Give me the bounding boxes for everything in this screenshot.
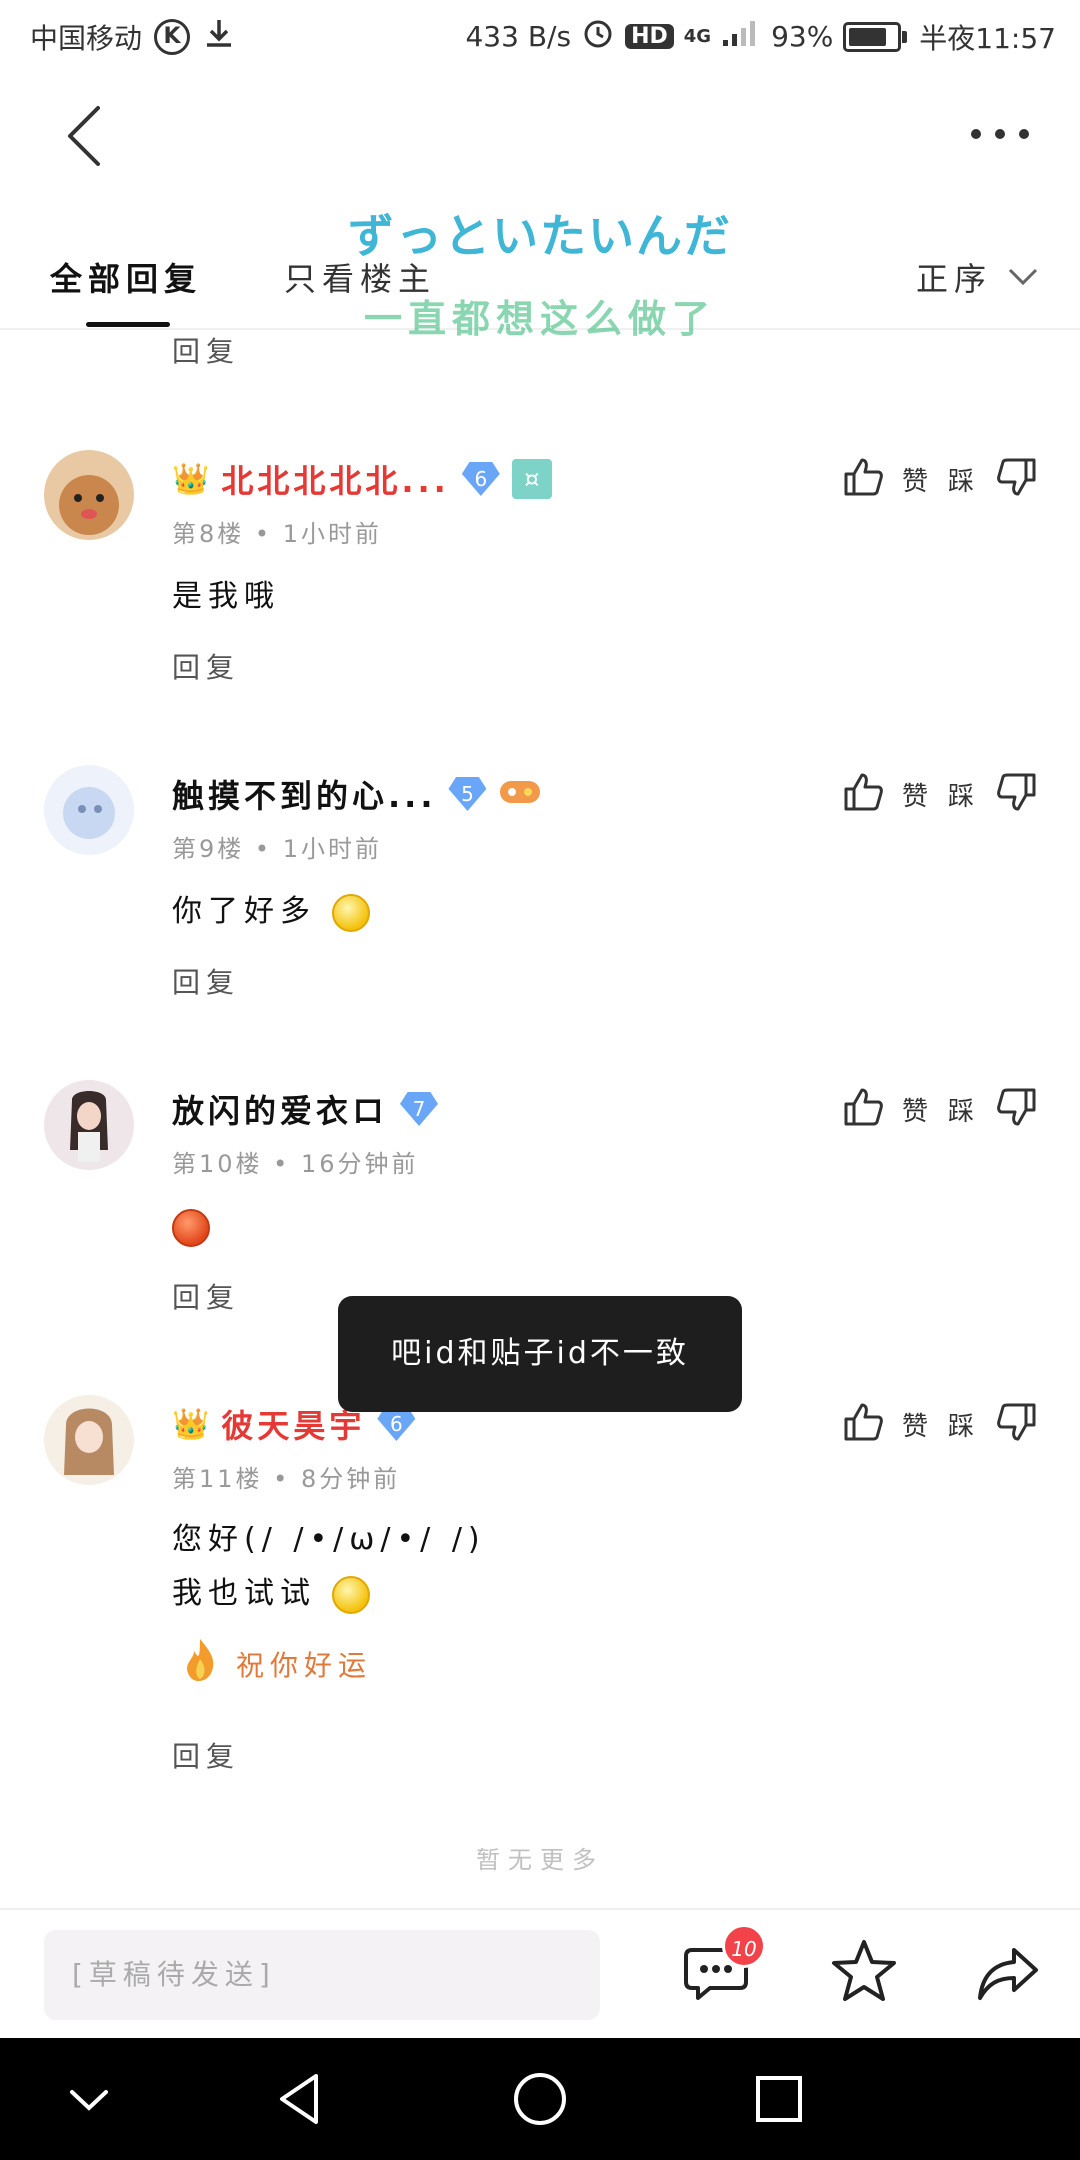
clock: 半夜11:57 [919,21,1056,55]
thumb-up-icon[interactable] [840,769,886,819]
post-time: 1小时前 [282,835,382,863]
crown-icon: 👑 [172,1406,210,1442]
post-meta: 第8楼 • 1小时前 [172,520,382,548]
vote-actions: 赞 踩 [840,1084,1040,1134]
floor-number: 第9楼 [172,835,245,863]
reply-link[interactable]: 回复 [172,1735,240,1775]
reply-link[interactable]: 回复 [172,1276,240,1316]
floor-number: 第8楼 [172,520,245,548]
thumb-down-icon[interactable] [994,1084,1040,1134]
post-time: 1小时前 [282,520,382,548]
download-icon [202,16,236,57]
post-text: 你了好多 [172,894,316,929]
post-content: 你了好多 [172,885,370,939]
nav-back-icon[interactable] [264,2062,338,2136]
flame-icon [180,1637,220,1691]
like-label: 赞 [901,1096,932,1127]
reply-link[interactable]: 回复 [172,961,240,1001]
thumb-down-icon[interactable] [994,769,1040,819]
top-bar [0,76,1080,196]
like-label: 赞 [901,781,932,812]
level-badge: 5 [448,777,487,811]
post-text-line-2: 我也试试 [172,1567,486,1621]
comment-count-badge: 10 [722,1924,766,1968]
thumb-down-icon[interactable] [994,1399,1040,1449]
more-icon[interactable] [960,104,1040,164]
alarm-icon [581,16,615,57]
status-bar: 中国移动 K 433 B/s HD 4G 93% 半夜11:57 [0,0,1080,76]
back-icon[interactable] [50,96,130,176]
gamepad-icon [498,775,542,813]
reply-link[interactable]: 回复 [172,330,240,370]
thumb-up-icon[interactable] [840,454,886,504]
nav-down-icon[interactable] [52,2062,126,2136]
thumb-up-icon[interactable] [840,1399,886,1449]
thumb-down-icon[interactable] [994,454,1040,504]
smile-emoji-icon [331,893,370,932]
hd-badge: HD [625,24,674,49]
like-label: 赞 [901,1411,932,1442]
dislike-label: 踩 [947,466,978,497]
user-info: 触摸不到的心... 5 [172,771,542,817]
reply-input[interactable]: [草稿待发送] [44,1930,600,2020]
like-label: 赞 [901,466,932,497]
dislike-label: 踩 [947,781,978,812]
post-content: 您好(/ /•/ω/•/ /) 我也试试 [172,1513,486,1621]
bottom-action-bar: [草稿待发送] 10 [0,1908,1080,2040]
post-meta: 第11楼 • 8分钟前 [172,1465,401,1493]
nav-home-icon[interactable] [503,2062,577,2136]
post-content: 是我哦 [172,579,280,614]
battery-percent: 93% [771,20,834,53]
post-text-line: 您好(/ /•/ω/•/ /) [172,1522,486,1557]
toast-message: 吧id和贴子id不一致 [338,1296,742,1412]
user-info: 👑 北北北北北... 6 ¤ [172,456,552,502]
dislike-label: 踩 [947,1096,978,1127]
post-meta: 第10楼 • 16分钟前 [172,1150,419,1178]
floor-number: 第10楼 [172,1150,263,1178]
vote-actions: 赞 踩 [840,1399,1040,1449]
dislike-label: 踩 [947,1411,978,1442]
post-meta: 第9楼 • 1小时前 [172,835,382,863]
post-time: 16分钟前 [300,1150,419,1178]
angry-emoji-icon [172,1208,210,1247]
avatar[interactable] [44,1395,134,1485]
avatar[interactable] [44,450,134,540]
post-content [172,1200,210,1254]
good-luck-label: 祝你好运 [236,1649,373,1682]
username[interactable]: 北北北北北... [221,456,449,502]
system-nav-bar [0,2038,1080,2160]
overlay-japanese-text: ずっといたいんだ [348,209,732,263]
smile-emoji-icon [331,1575,370,1614]
thumb-up-icon[interactable] [840,1084,886,1134]
vote-actions: 赞 踩 [840,454,1040,504]
username[interactable]: 触摸不到的心... [172,771,436,817]
post-text: 我也试试 [172,1576,316,1611]
level-badge: 6 [461,462,500,496]
network-type: 4G [683,26,712,47]
level-badge: 6 [377,1407,416,1441]
k-app-icon: K [154,18,191,55]
reply-link[interactable]: 回复 [172,646,240,686]
battery-icon [843,21,908,52]
post-time: 8分钟前 [300,1465,401,1493]
carrier-label: 中国移动 [30,21,143,55]
floor-number: 第11楼 [172,1465,263,1493]
share-icon[interactable] [970,1936,1046,2012]
signal-icon [721,18,761,55]
username[interactable]: 放闪的爱衣ロ [172,1086,388,1132]
vote-actions: 赞 踩 [840,769,1040,819]
level-badge: 7 [400,1092,439,1126]
star-icon[interactable] [826,1934,902,2010]
overlay-chinese-text: 一直都想这么做了 [363,297,716,341]
good-luck-sticker[interactable]: 祝你好运 [180,1637,372,1691]
avatar[interactable] [44,1080,134,1170]
no-more-label: 暂无更多 [476,1846,604,1874]
member-tag-icon: ¤ [511,459,552,499]
user-info: 放闪的爱衣ロ 7 [172,1086,439,1132]
net-speed: 433 B/s [465,20,572,53]
nav-recent-icon[interactable] [742,2062,816,2136]
crown-icon: 👑 [172,461,210,497]
avatar[interactable] [44,765,134,855]
